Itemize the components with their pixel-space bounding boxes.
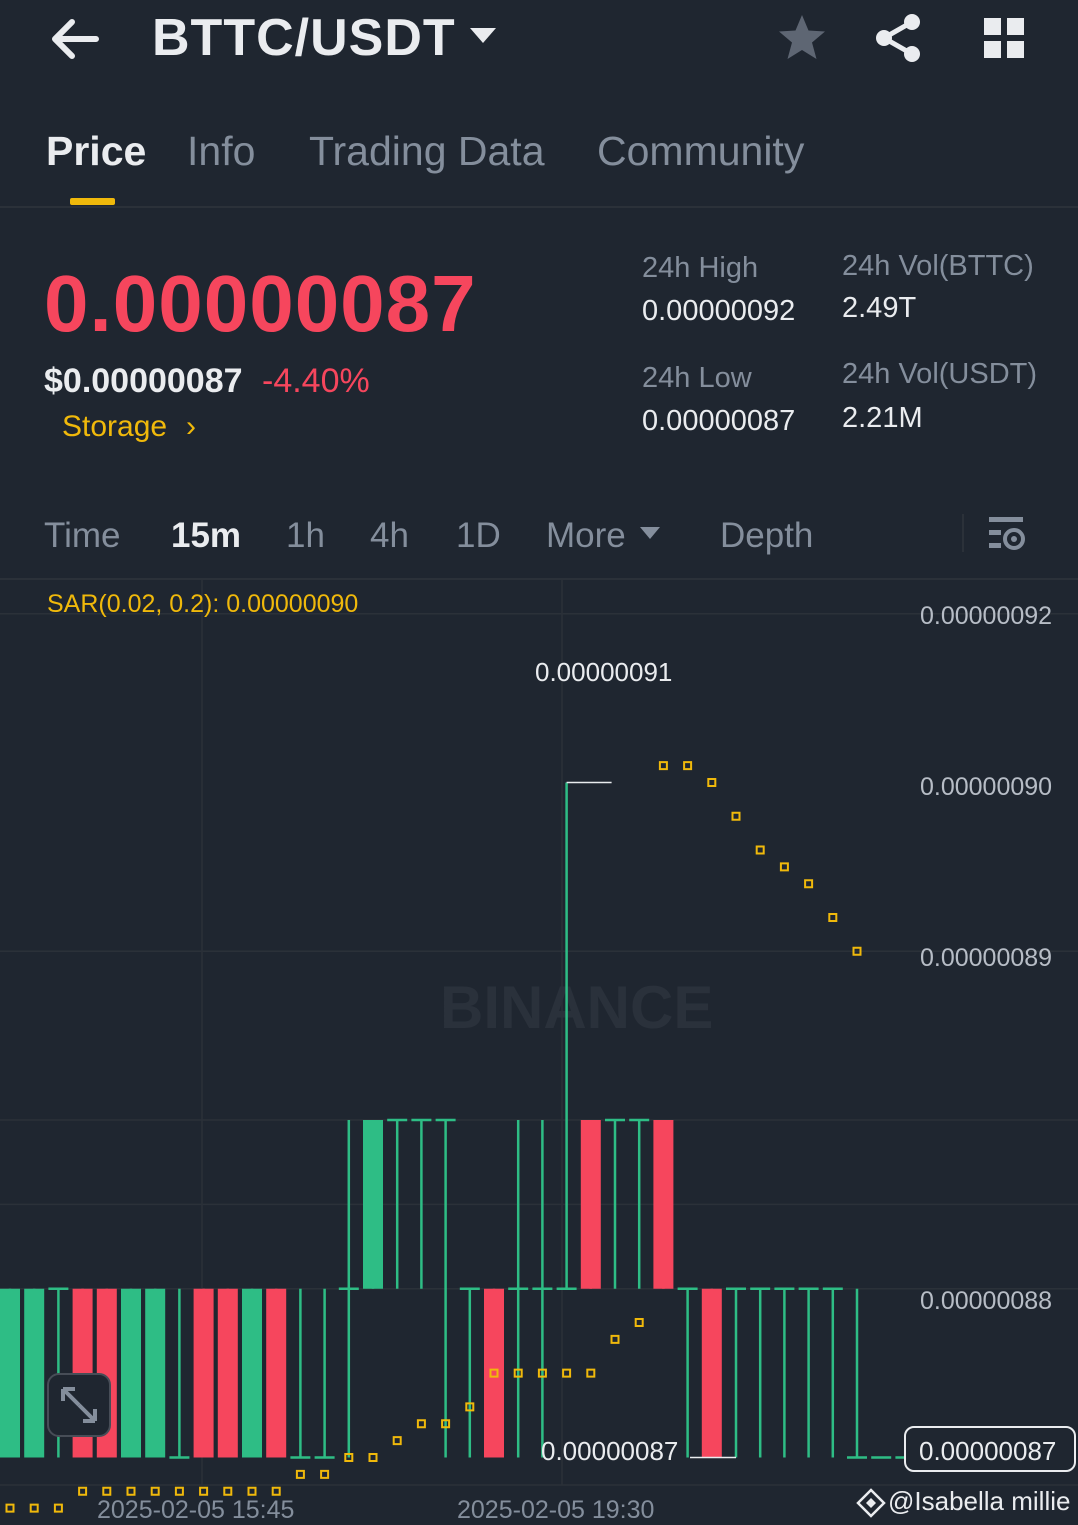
candle-body: [0, 1288, 20, 1458]
star-icon[interactable]: [776, 12, 828, 64]
candle-body: [484, 1288, 504, 1458]
sar-dot: [368, 1453, 378, 1462]
sar-dot: [707, 778, 717, 787]
interval-15m[interactable]: 15m: [171, 516, 241, 556]
pair-title[interactable]: BTTC/USDT: [152, 8, 456, 68]
back-arrow-icon[interactable]: [48, 14, 102, 64]
sar-dot: [174, 1486, 184, 1496]
sar-dot: [53, 1503, 63, 1513]
top-bar: BTTC/USDT: [0, 0, 1078, 90]
sar-dot: [586, 1368, 596, 1378]
candle-body: [121, 1288, 141, 1458]
interval-1h[interactable]: 1h: [286, 516, 325, 556]
candlestick-chart[interactable]: BINANCE: [0, 580, 1078, 1525]
sar-dot: [828, 913, 838, 922]
sar-dot: [78, 1486, 88, 1496]
chart-settings-icon[interactable]: [986, 514, 1028, 554]
sar-dot: [126, 1486, 136, 1496]
binance-logo-icon: [856, 1488, 886, 1518]
low-value: 0.00000087: [642, 405, 796, 437]
sar-dot: [658, 761, 668, 771]
storage-link[interactable]: Storage: [62, 410, 167, 444]
high-value: 0.00000092: [642, 295, 796, 327]
sar-dot: [804, 879, 814, 889]
sar-dot: [271, 1486, 281, 1496]
chevron-right-icon[interactable]: ›: [186, 410, 196, 444]
tab-trading-data[interactable]: Trading Data: [309, 128, 545, 175]
sar-indicator: SAR(0.02, 0.2): 0.00000090: [47, 590, 359, 618]
more-caret-icon[interactable]: [638, 524, 662, 542]
expand-icon: [61, 1387, 97, 1423]
current-price-value: 0.00000087: [919, 1436, 1057, 1466]
tab-price[interactable]: Price: [46, 128, 146, 175]
tab-community[interactable]: Community: [597, 128, 804, 175]
sar-dot: [102, 1486, 112, 1496]
vol-base-value: 2.49T: [842, 292, 917, 324]
y-tick: 0.00000089: [920, 944, 1053, 972]
candle-body: [145, 1288, 166, 1458]
sar-dot: [150, 1486, 160, 1496]
last-price: 0.00000087: [44, 259, 477, 348]
y-tick: 0.00000088: [920, 1287, 1053, 1315]
interval-time[interactable]: Time: [44, 516, 120, 556]
binance-watermark: BINANCE: [440, 974, 713, 1041]
sar-dot: [199, 1486, 209, 1496]
interval-1d[interactable]: 1D: [456, 516, 501, 556]
candle-body: [653, 1120, 674, 1289]
sar-dot: [779, 862, 789, 872]
low-label: 24h Low: [642, 362, 752, 394]
candle-body: [24, 1288, 45, 1458]
sar-dot: [610, 1334, 620, 1344]
candle-body: [193, 1288, 214, 1458]
candle-body: [701, 1288, 722, 1458]
tab-info[interactable]: Info: [187, 128, 255, 175]
sar-dot: [416, 1419, 426, 1429]
watermark: @Isabella millie: [888, 1486, 1071, 1516]
sar-dot: [29, 1503, 39, 1513]
vol-base-label: 24h Vol(BTTC): [842, 250, 1034, 282]
sar-dot: [562, 1368, 572, 1378]
candle-body: [266, 1288, 287, 1458]
sar-dot: [683, 761, 693, 771]
sar-dot: [247, 1486, 257, 1496]
candle-body: [217, 1288, 238, 1458]
interval-4h[interactable]: 4h: [370, 516, 409, 556]
divider: [0, 206, 1078, 208]
sar-dot: [634, 1318, 644, 1327]
grid-icon[interactable]: [980, 14, 1028, 62]
caret-down-icon[interactable]: [468, 24, 498, 46]
sar-dot: [295, 1469, 305, 1479]
vol-quote-value: 2.21M: [842, 402, 923, 434]
min-price-label: 0.00000087: [541, 1436, 679, 1466]
sar-dot: [223, 1486, 233, 1496]
vol-quote-label: 24h Vol(USDT): [842, 358, 1038, 390]
active-tab-indicator: [70, 198, 115, 205]
sar-dot: [755, 845, 765, 855]
x-tick: 2025-02-05 15:45: [97, 1496, 295, 1524]
price-change: -4.40%: [262, 362, 370, 400]
high-label: 24h High: [642, 252, 759, 284]
y-tick: 0.00000092: [920, 602, 1053, 630]
share-icon[interactable]: [872, 12, 924, 64]
sar-dot: [5, 1503, 15, 1513]
candle-body: [580, 1120, 601, 1289]
interval-more[interactable]: More: [546, 516, 626, 556]
sar-dot: [392, 1436, 402, 1446]
candle-body: [242, 1288, 262, 1458]
usd-price: $0.00000087: [44, 362, 243, 400]
sar-dot: [731, 811, 741, 821]
max-price-label: 0.00000091: [535, 657, 673, 687]
sar-dot: [320, 1469, 330, 1479]
separator: [962, 514, 964, 552]
x-tick: 2025-02-05 19:30: [457, 1496, 655, 1524]
interval-depth[interactable]: Depth: [720, 516, 813, 556]
y-tick: 0.00000090: [920, 773, 1053, 801]
candle-body: [363, 1120, 383, 1289]
fullscreen-button[interactable]: [47, 1373, 111, 1437]
